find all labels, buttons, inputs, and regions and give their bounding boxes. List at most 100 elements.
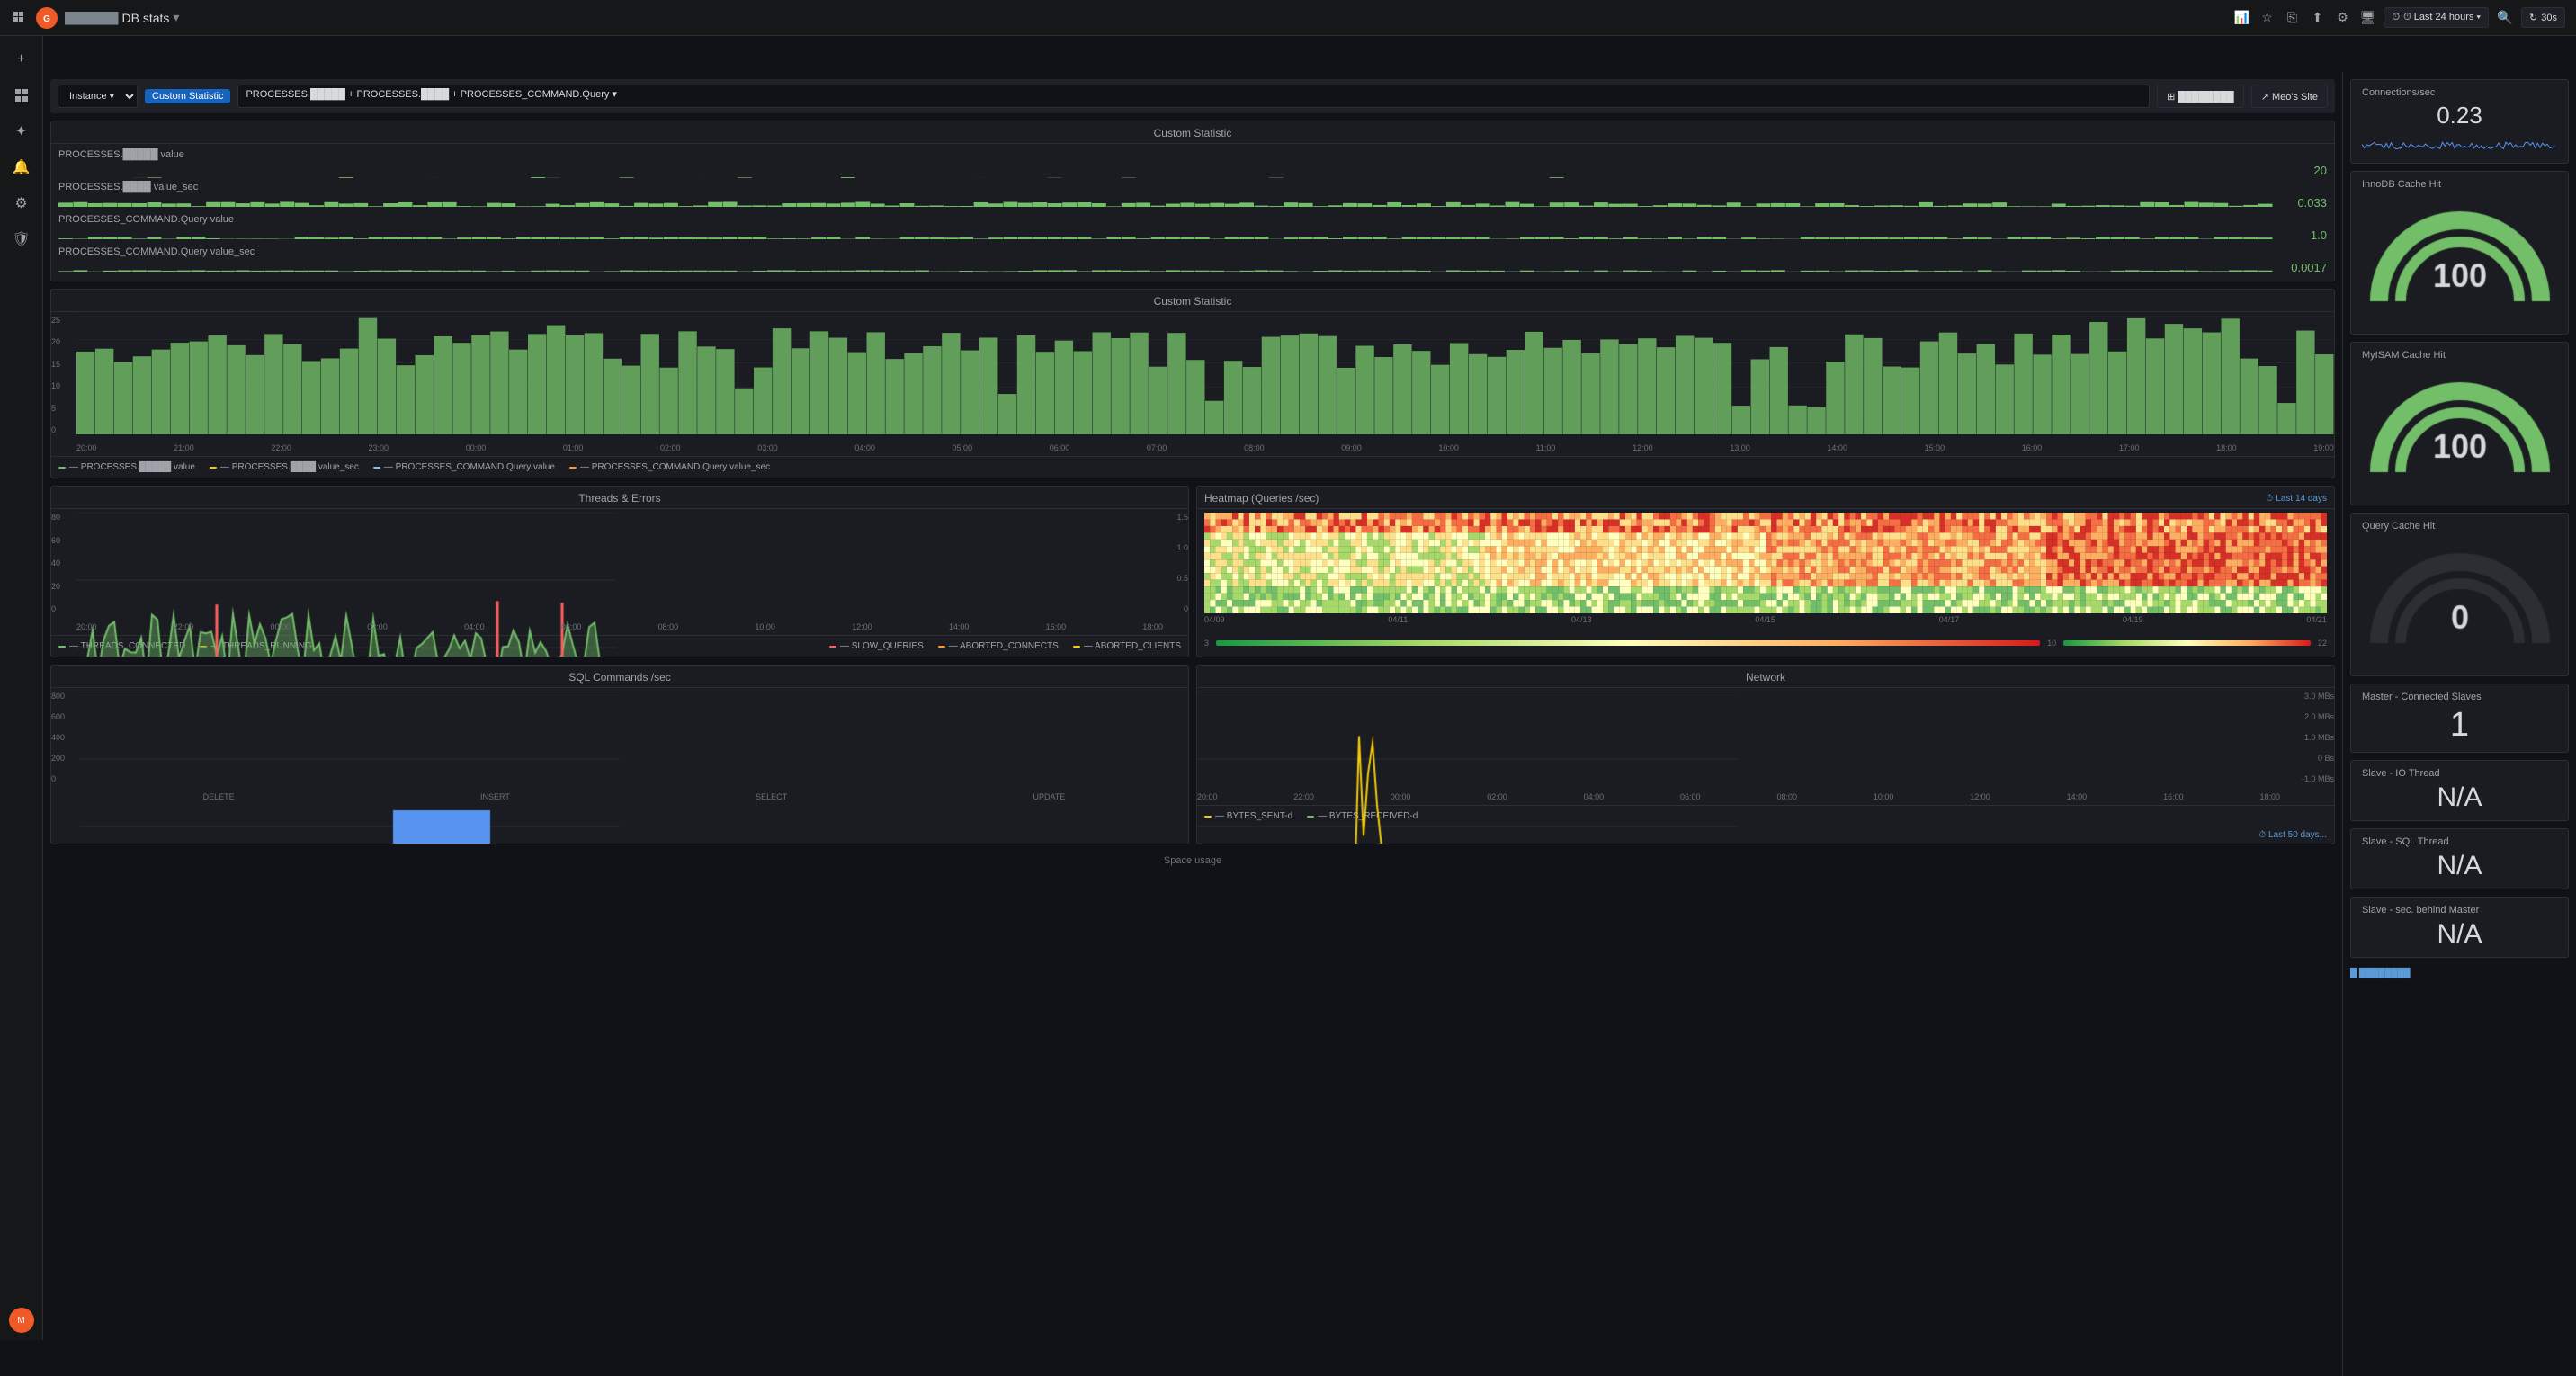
apps-icon[interactable] [11,9,29,27]
settings-icon[interactable]: ⚙ [2333,9,2351,27]
myisam-gauge-canvas [2352,368,2568,494]
grid-view-btn[interactable]: ⊞ ████████ [2157,85,2244,108]
panel-title-custom-stat-1: Custom Statistic [51,121,2334,144]
query-cache-card: Query Cache Hit [2350,513,2569,676]
instance-select[interactable]: Instance ▾ [58,85,138,108]
master-slaves-title: Master - Connected Slaves [2362,692,2557,702]
legend-processes-value: — PROCESSES.█████ value [58,462,195,472]
time-range-picker[interactable]: ⏱ ⏱ Last 24 hours ▾ [2384,7,2489,28]
sparkline-label-1: PROCESSES.█████ value [58,147,2327,162]
legend-dot-4 [569,467,577,469]
sql-chart-canvas [80,692,620,844]
sidebar-item-shield[interactable]: 🛡 [5,223,38,255]
sparkline-row-1: // generated inline 20 [58,162,2327,178]
user-avatar[interactable]: M [9,1308,34,1333]
filter-bar: Instance ▾ Custom Statistic PROCESSES.██… [50,79,2335,113]
network-y-labels: 3.0 MBs 2.0 MBs 1.0 MBs 0 Bs -1.0 MBs [2284,692,2334,783]
heatmap-title: Heatmap (Queries /sec) [1204,492,1319,505]
monitor-icon[interactable]: 🖥 [2358,9,2376,27]
sidebar-item-alerts[interactable]: 🔔 [5,151,38,183]
network-chart-area: 3.0 MBs 2.0 MBs 1.0 MBs 0 Bs -1.0 MBs 20… [1197,688,2334,805]
connections-card: Connections/sec 0.23 [2350,79,2569,164]
right-panel: Connections/sec 0.23 InnoDB Cache Hit My… [2342,72,2576,1376]
refresh-button[interactable]: ↻ 30s [2521,7,2565,28]
heatmap-badge: ⏱ Last 14 days [2266,494,2327,504]
custom-statistic-panel-1: Custom Statistic PROCESSES.█████ value /… [50,121,2335,281]
innodb-card: InnoDB Cache Hit [2350,171,2569,335]
myisam-gauge [2362,364,2557,497]
connections-sparkline-canvas [2362,133,2557,156]
slave-io-title: Slave - IO Thread [2362,768,2557,779]
sidebar-item-dashboard[interactable] [5,79,38,112]
legend-dot-3 [373,467,380,469]
slave-behind-value: N/A [2362,919,2557,950]
legend-slow-queries: — SLOW_QUERIES [829,641,924,651]
star-icon[interactable]: ☆ [2258,9,2276,27]
sparkline-label-3: PROCESSES_COMMAND.Query value [58,212,2327,227]
x-axis-labels: 20:00 21:00 22:00 23:00 00:00 01:00 02:0… [76,443,2334,452]
y-axis-labels: 25 20 15 10 5 0 [51,316,73,434]
query-filter[interactable]: PROCESSES.█████ + PROCESSES.████ + PROCE… [237,85,2150,108]
network-title: Network [1197,666,2334,688]
myisam-card: MyISAM Cache Hit [2350,342,2569,505]
sparkline-value-1: 20 [2273,164,2327,177]
sparkline-value-2: 0.033 [2273,196,2327,210]
legend-query-value-sec: — PROCESSES_COMMAND.Query value_sec [569,462,770,472]
network-x-labels: 20:00 22:00 00:00 02:00 04:00 06:00 08:0… [1197,792,2280,801]
sidebar-item-explore[interactable]: ✦ [5,115,38,147]
dot-aborted-clients [1073,646,1080,648]
custom-statistic-badge: Custom Statistic [145,89,230,103]
slave-io-card: Slave - IO Thread N/A [2350,760,2569,821]
threads-errors-panel: Threads & Errors 80 60 40 20 0 1.5 1.0 0… [50,486,1189,657]
legend-processes-value-sec: — PROCESSES.████ value_sec [210,462,359,472]
legend-aborted-clients: — ABORTED_CLIENTS [1073,641,1181,651]
dot-aborted-connects [938,646,945,648]
sidebar-item-config[interactable]: ⚙ [5,187,38,219]
heatmap-canvas [1204,513,2327,613]
bottom-link[interactable]: █ ████████ [2350,965,2569,982]
network-chart-canvas [1197,692,1737,844]
heatmap-gradient [1216,640,2040,646]
threads-errors-title: Threads & Errors [51,487,1188,509]
sparkline-label-4: PROCESSES_COMMAND.Query value_sec [58,245,2327,259]
panels-row-1: Threads & Errors 80 60 40 20 0 1.5 1.0 0… [50,486,2335,657]
copy-icon[interactable]: ⎘ [2283,9,2301,27]
connections-sparkline [2362,133,2557,156]
query-cache-gauge [2362,535,2557,668]
search-icon[interactable]: 🔍 [2496,9,2514,27]
legend-dot-1 [58,467,66,469]
threads-chart-canvas [76,513,616,657]
legend-dot-2 [210,467,217,469]
legend-query-value: — PROCESSES_COMMAND.Query value [373,462,555,472]
dot-slow-queries [829,646,836,648]
threads-y-right: 1.5 1.0 0.5 0 [1163,513,1188,613]
sparkline-row-4: 0.0017 [58,259,2327,275]
sql-commands-title: SQL Commands /sec [51,666,1188,688]
sql-y-labels: 800 600 400 200 0 [51,692,76,783]
master-slaves-value: 1 [2362,706,2557,745]
heatmap-legend: 3 10 22 [1197,635,2334,651]
chart-legend-2: — PROCESSES.█████ value — PROCESSES.████… [51,456,2334,478]
legend-aborted-connects: — ABORTED_CONNECTS [938,641,1059,651]
chart-icon[interactable]: 📊 [2232,9,2250,27]
sql-commands-panel: SQL Commands /sec 800 600 400 200 0 DELE… [50,665,1189,844]
logo: G [36,7,58,29]
sql-x-labels: DELETE INSERT SELECT UPDATE [80,792,1188,801]
sparkline-label-2: PROCESSES.████ value_sec [58,180,2327,194]
share-icon[interactable]: ⬆ [2308,9,2326,27]
sidebar-item-add[interactable]: + [5,43,38,76]
heatmap-gradient-2 [2063,640,2311,646]
sparkline-bar-4 [58,259,2273,275]
panels-row-2: SQL Commands /sec 800 600 400 200 0 DELE… [50,665,2335,844]
threads-y-labels: 80 60 40 20 0 [51,513,73,613]
sparkline-bar-2 [58,194,2273,210]
slave-sql-card: Slave - SQL Thread N/A [2350,828,2569,889]
sparkline-bar-3 [58,227,2273,243]
filter-right: ⊞ ████████ ↗ Meo's Site [2157,85,2328,108]
innodb-gauge-canvas [2352,197,2568,323]
custom-statistic-panel-2: Custom Statistic 25 20 15 10 5 0 20:00 2… [50,289,2335,478]
site-link-btn[interactable]: ↗ Meo's Site [2251,85,2328,108]
svg-text:G: G [43,14,50,24]
query-cache-title: Query Cache Hit [2362,521,2557,532]
connections-title: Connections/sec [2362,87,2557,98]
